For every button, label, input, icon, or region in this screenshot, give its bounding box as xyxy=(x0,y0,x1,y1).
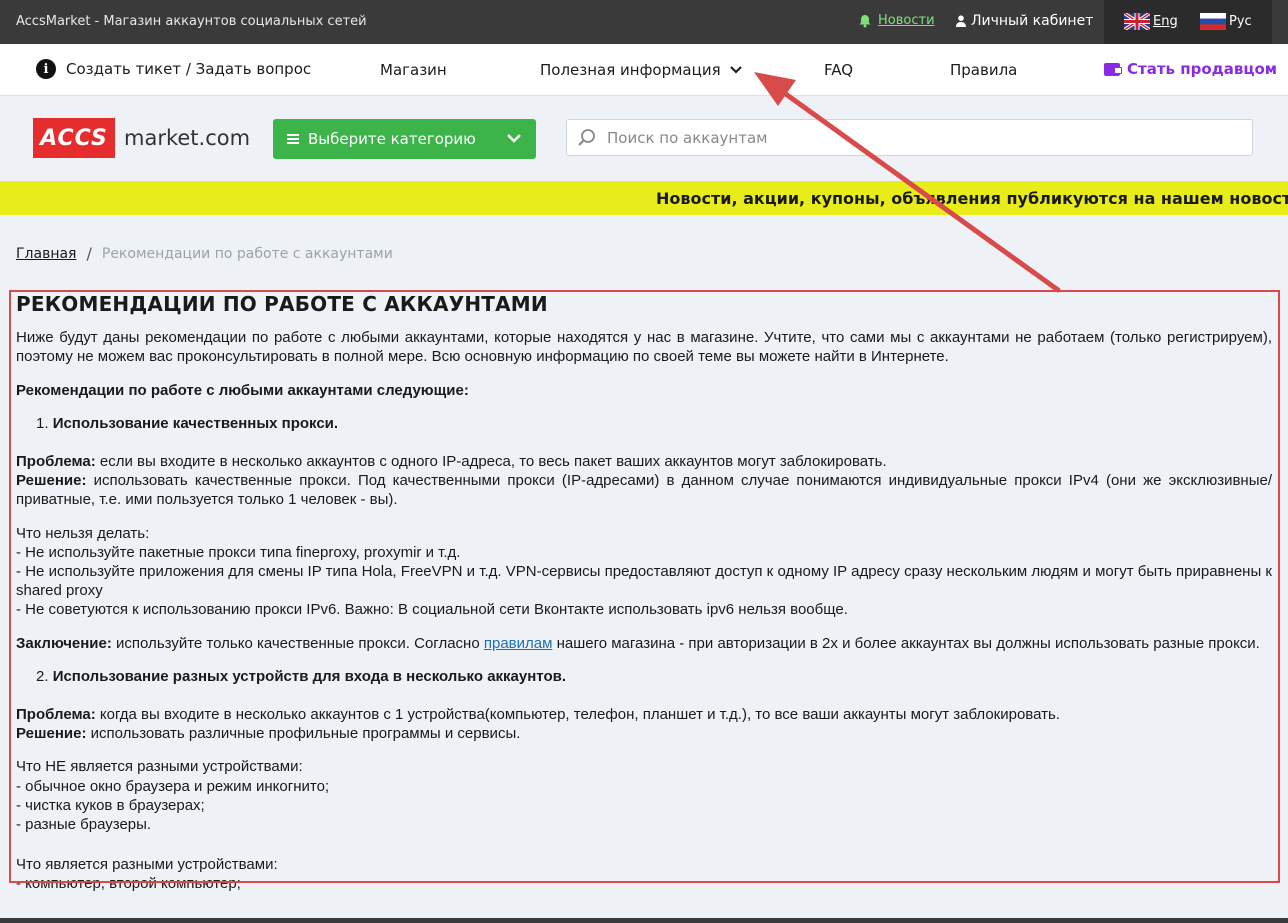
article: РЕКОМЕНДАЦИИ ПО РАБОТЕ С АККАУНТАМИ Ниже… xyxy=(16,290,1272,908)
wallet-icon xyxy=(1104,62,1122,76)
nav-rules[interactable]: Правила xyxy=(950,61,1017,79)
article-subtitle: Рекомендации по работе с любыми аккаунта… xyxy=(16,381,1272,400)
news-ticker[interactable]: Новости, акции, купоны, объявления публи… xyxy=(0,181,1288,215)
ticker-text: Новости, акции, купоны, объявления публи… xyxy=(656,189,1288,208)
dont-do-block: Что нельзя делать: - Не используйте паке… xyxy=(16,524,1272,620)
solution-label: Решение: xyxy=(16,472,87,490)
notdiff-item: - обычное окно браузера и режим инкогнит… xyxy=(16,777,330,795)
rules-link[interactable]: правилам xyxy=(484,635,553,652)
bottom-bar xyxy=(0,918,1288,923)
dont-item: - Не используйте приложения для смены IP… xyxy=(16,563,1272,600)
become-seller-label: Стать продавцом xyxy=(1127,60,1278,78)
chevron-down-icon xyxy=(729,66,742,74)
different-devices-block: Что является разными устройствами: - ком… xyxy=(16,855,1272,893)
search-input[interactable] xyxy=(607,128,1207,147)
news-link[interactable]: Новости xyxy=(858,13,935,28)
list-item-text: Использование качественных прокси. xyxy=(52,414,339,432)
problem-label: Проблема: xyxy=(16,706,96,724)
conclusion-block: Заключение: используйте только качествен… xyxy=(16,634,1272,653)
logo-text: market.com xyxy=(124,126,251,150)
problem-text: когда вы входите в несколько аккаунтов с… xyxy=(99,706,1060,724)
cabinet-label: Личный кабинет xyxy=(971,13,1094,29)
problem-solution-block: Проблема: если вы входите в несколько ак… xyxy=(16,452,1272,510)
lang-eng-link[interactable]: Eng xyxy=(1153,14,1178,29)
breadcrumb: Главная / Рекомендации по работе с аккау… xyxy=(16,244,393,263)
diff-item: - компьютер, второй компьютер; xyxy=(16,875,241,893)
search-box xyxy=(566,119,1253,156)
problem-label: Проблема: xyxy=(16,453,96,471)
chevron-down-icon xyxy=(507,134,521,143)
site-title: AccsMarket - Магазин аккаунтов социальны… xyxy=(16,14,367,29)
header: ACCS market.com Выберите категорию xyxy=(0,97,1288,181)
ru-flag-icon[interactable] xyxy=(1200,13,1226,30)
dont-item: - Не используйте пакетные прокси типа fi… xyxy=(16,543,461,561)
info-icon: i xyxy=(36,59,56,79)
nav-useful-info-label: Полезная информация xyxy=(540,61,721,79)
list-item: 1. Использование качественных прокси. xyxy=(16,414,1272,433)
select-category-label: Выберите категорию xyxy=(308,130,476,148)
nav-faq[interactable]: FAQ xyxy=(824,61,853,79)
lang-rus-link[interactable]: Рус xyxy=(1229,14,1252,29)
solution-text: использовать различные профильные програ… xyxy=(90,725,521,743)
problem-solution-block: Проблема: когда вы входите в несколько а… xyxy=(16,705,1272,743)
article-subtitle-text: Рекомендации по работе с любыми аккаунта… xyxy=(16,381,469,399)
list-item-text: Использование разных устройств для входа… xyxy=(52,667,566,685)
logo-mark: ACCS xyxy=(33,118,115,158)
list-number: 2. xyxy=(36,667,49,685)
notdiff-title: Что НЕ является разными устройствами: xyxy=(16,758,303,776)
problem-text: если вы входите в несколько аккаунтов с … xyxy=(99,453,887,471)
become-seller-link[interactable]: Стать продавцом xyxy=(1104,60,1277,78)
cabinet-link[interactable]: Личный кабинет xyxy=(956,13,1093,29)
news-label: Новости xyxy=(878,13,935,28)
search-icon xyxy=(578,128,595,146)
solution-text: использовать качественные прокси. Под ка… xyxy=(16,472,1273,509)
nav-useful-info[interactable]: Полезная информация xyxy=(540,61,743,79)
create-ticket-link[interactable]: i Создать тикет / Задать вопрос xyxy=(36,59,311,79)
dont-title: Что нельзя делать: xyxy=(16,524,150,542)
diff-title: Что является разными устройствами: xyxy=(16,856,278,874)
article-intro: Ниже будут даны рекомендации по работе с… xyxy=(16,329,1272,366)
list-number: 1. xyxy=(36,414,49,432)
conclusion-text: используйте только качественные прокси. … xyxy=(116,634,480,652)
dont-item: - Не советуются к использованию прокси I… xyxy=(16,601,848,619)
user-icon xyxy=(956,15,966,27)
solution-label: Решение: xyxy=(16,725,87,743)
menu-icon xyxy=(287,134,299,144)
conclusion-text: нашего магазина - при авторизации в 2х и… xyxy=(556,634,1260,652)
breadcrumb-home[interactable]: Главная xyxy=(16,246,76,262)
bell-icon xyxy=(859,14,871,27)
not-different-devices-block: Что НЕ является разными устройствами: - … xyxy=(16,757,1272,834)
notdiff-item: - разные браузеры. xyxy=(16,816,152,834)
select-category-button[interactable]: Выберите категорию xyxy=(273,119,536,159)
breadcrumb-current: Рекомендации по работе с аккаунтами xyxy=(101,245,393,262)
top-bar: AccsMarket - Магазин аккаунтов социальны… xyxy=(0,0,1288,44)
page-title: РЕКОМЕНДАЦИИ ПО РАБОТЕ С АККАУНТАМИ xyxy=(16,292,548,316)
create-ticket-label: Создать тикет / Задать вопрос xyxy=(66,60,312,78)
list-item: 2. Использование разных устройств для вх… xyxy=(16,667,1272,686)
conclusion-label: Заключение: xyxy=(16,634,112,652)
notdiff-item: - чистка куков в браузерах; xyxy=(16,796,205,814)
logo[interactable]: ACCS market.com xyxy=(33,118,250,158)
main-nav: i Создать тикет / Задать вопрос Магазин … xyxy=(0,44,1288,96)
breadcrumb-separator: / xyxy=(86,244,92,263)
uk-flag-icon[interactable] xyxy=(1124,13,1150,30)
nav-shop[interactable]: Магазин xyxy=(380,61,447,79)
